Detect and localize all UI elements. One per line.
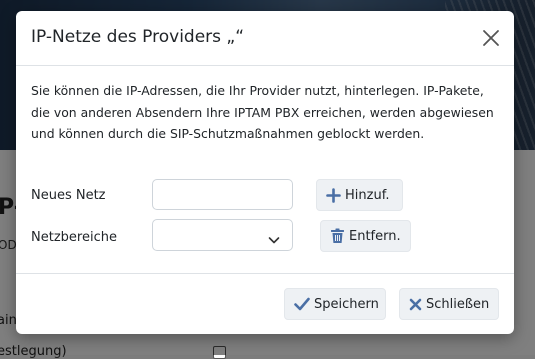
save-button[interactable]: Speichern [284, 288, 386, 320]
dialog-title: IP-Netze des Providers „“ [31, 27, 245, 47]
dialog-body: Sie können die IP-Adressen, die Ihr Prov… [16, 66, 514, 274]
provider-networks-dialog: IP-Netze des Providers „“ Sie können die… [16, 11, 514, 334]
remove-net-button-label: Entfern. [349, 228, 401, 244]
close-icon[interactable] [480, 27, 502, 49]
add-net-button[interactable]: Hinzuf. [316, 179, 403, 211]
new-net-label: Neues Netz [31, 188, 106, 203]
close-button-label: Schließen [426, 296, 490, 312]
remove-net-button[interactable]: Entfern. [320, 220, 411, 252]
net-ranges-label: Netzbereiche [31, 230, 117, 245]
check-icon [294, 297, 310, 311]
add-net-button-label: Hinzuf. [345, 187, 390, 203]
chevron-down-icon [268, 230, 280, 249]
dialog-header: IP-Netze des Providers „“ [16, 11, 514, 66]
x-icon [409, 298, 422, 311]
close-button[interactable]: Schließen [399, 288, 499, 320]
plus-icon [326, 187, 341, 203]
dialog-description: Sie können die IP-Adressen, die Ihr Prov… [31, 83, 494, 141]
trash-icon [330, 228, 345, 244]
save-button-label: Speichern [314, 296, 379, 312]
new-net-input[interactable] [152, 179, 293, 210]
net-ranges-select[interactable] [152, 219, 293, 251]
